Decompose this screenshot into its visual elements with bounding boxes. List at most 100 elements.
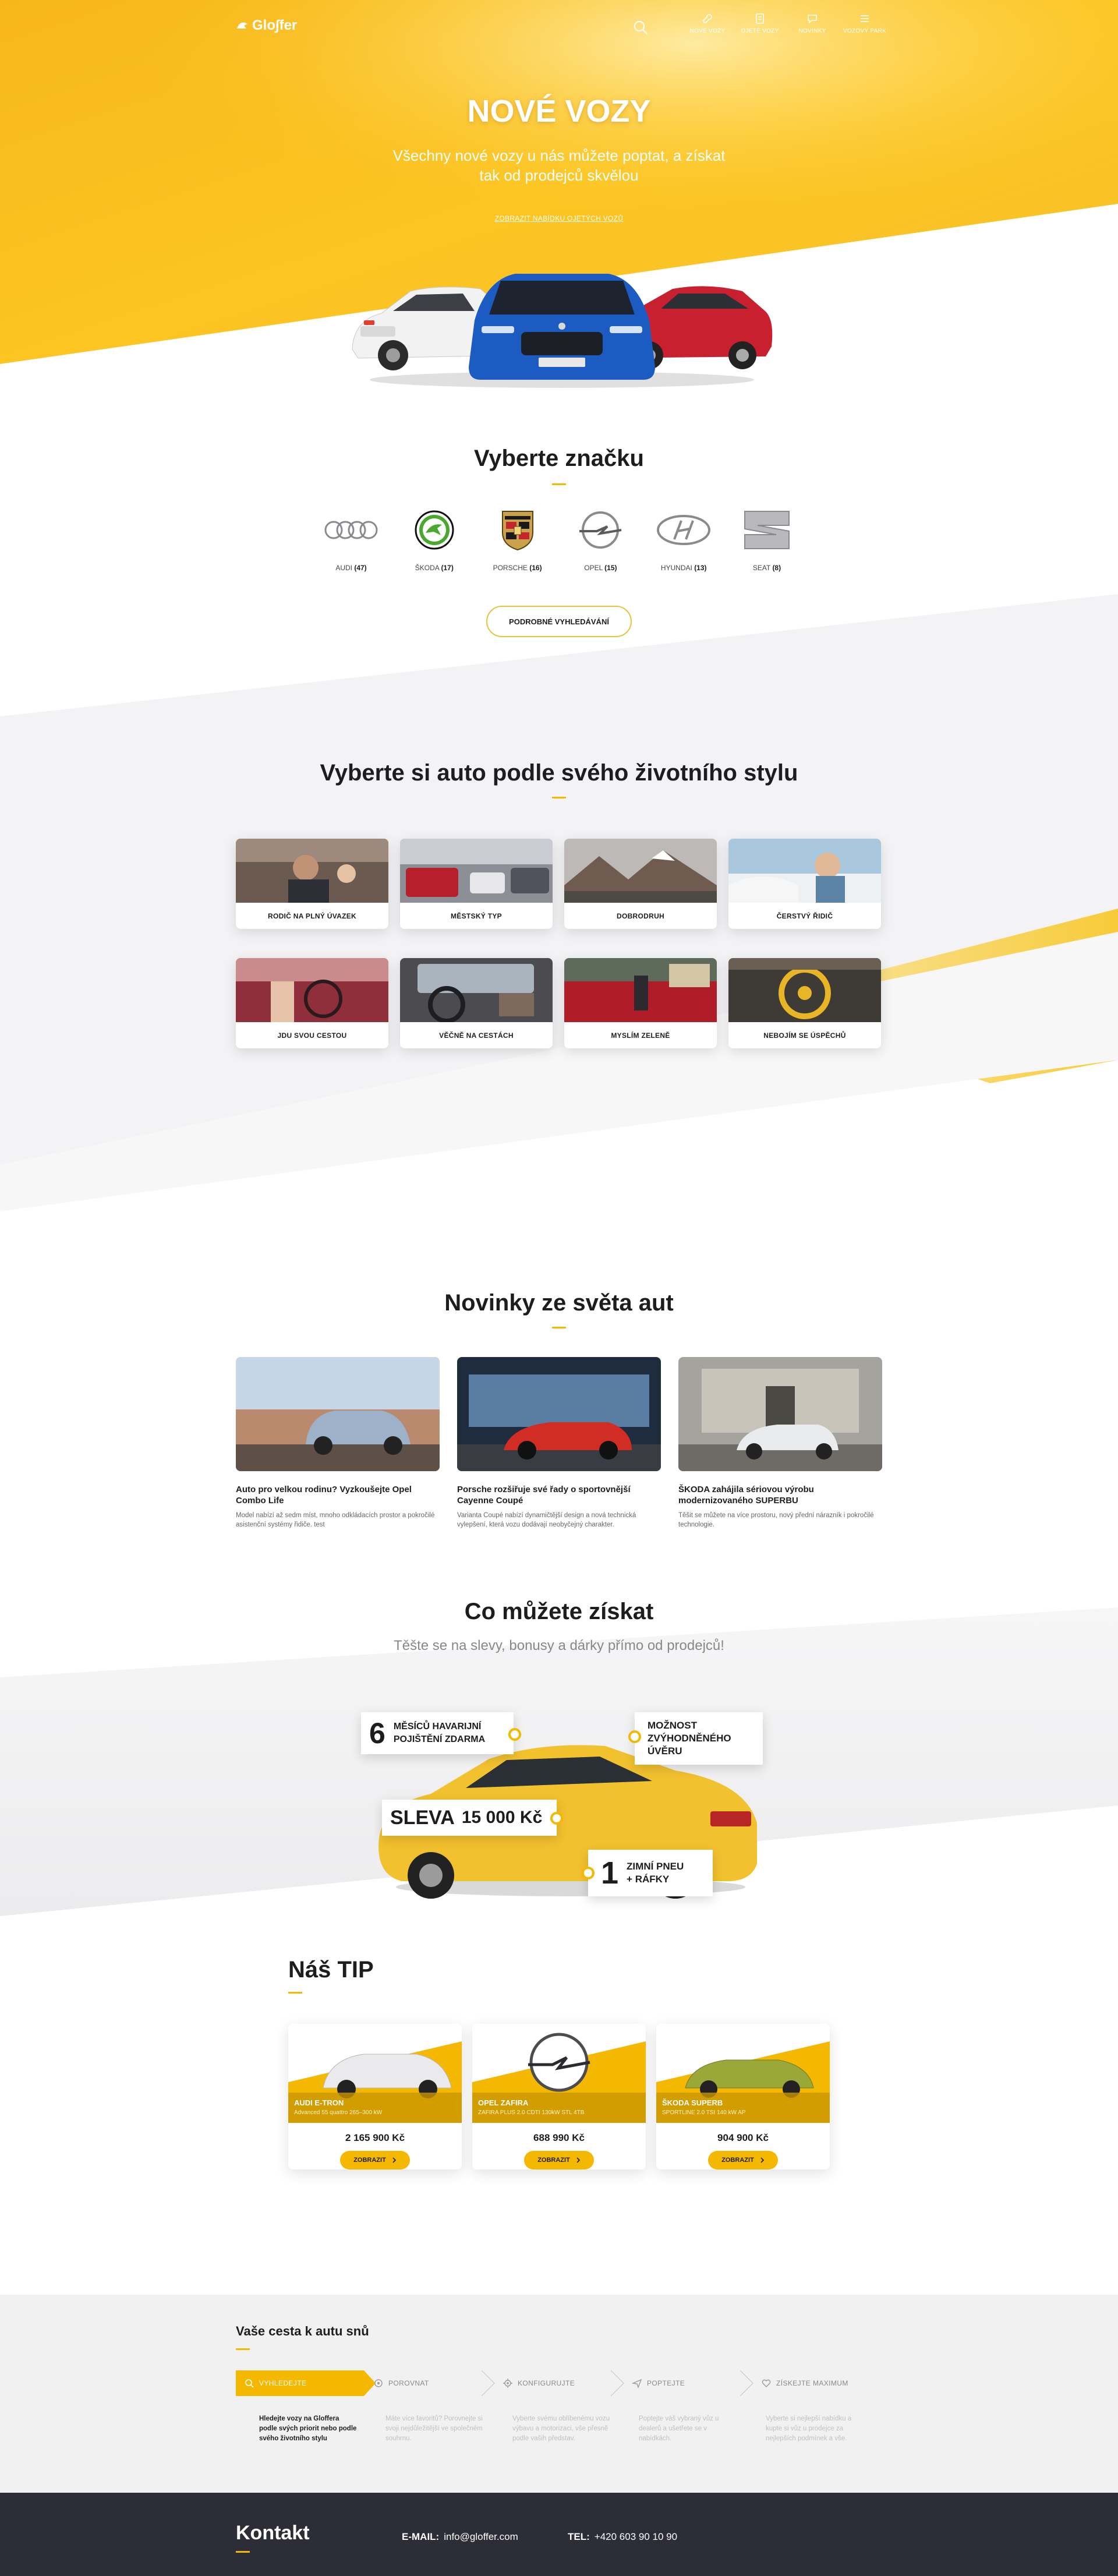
search-icon <box>245 2379 254 2388</box>
footer-email[interactable]: E-MAIL: info@gloffer.com <box>402 2531 518 2543</box>
news-excerpt: Varianta Coupé nabízí dynamičtější desig… <box>457 1512 636 1528</box>
tip-title: Náš TIP <box>288 1957 374 1983</box>
tip-car-spec: ZAFIRA PLUS 2.0 CDTI 130kW STL 4TB <box>478 2109 585 2116</box>
menu-icon <box>861 15 869 22</box>
gain-illustration: 6 MĚSÍCŮ HAVARIJNÍ POJIŠTĚNÍ ZDARMA MOŽNO… <box>349 1701 780 1904</box>
badge-dot-icon <box>508 1728 521 1741</box>
send-icon <box>632 2379 642 2388</box>
logo-mark-icon <box>237 22 247 29</box>
nav-item-news[interactable]: NOVINKY <box>795 13 830 34</box>
search-icon[interactable] <box>632 19 649 36</box>
brand-item-seat[interactable]: SEAT (8) <box>735 507 799 572</box>
lifestyle-label: JDU SVOU CESTOU <box>277 1031 347 1040</box>
step-search[interactable]: VYHLEDEJTE <box>236 2370 376 2396</box>
news-headline: Auto pro velkou rodinu? Vyzkoušejte Opel… <box>236 1485 412 1506</box>
tip-card[interactable]: AUDI E-TRON Advanced 55 quattro 265–300 … <box>288 2024 462 2169</box>
badge-discount-value: 15 000 Kč <box>461 1808 543 1827</box>
step-label: POPTEJTE <box>647 2379 685 2387</box>
badge-dot-icon <box>550 1812 563 1825</box>
step-label: ZÍSKEJTE MAXIMUM <box>776 2379 848 2387</box>
news-card[interactable]: Porsche rozšiřuje své řady o sportovnějš… <box>457 1357 661 1529</box>
badge-discount: SLEVA 15 000 Kč <box>382 1800 557 1836</box>
logo[interactable]: Glo∫fer <box>236 17 297 34</box>
porsche-logo-icon <box>489 507 547 553</box>
step-description: Máte více favoritů? Porovnejte si svoji … <box>385 2415 483 2442</box>
brand-item-hyundai[interactable]: HYUNDAI (13) <box>652 507 716 572</box>
lifestyle-card-adventurer[interactable]: DOBRODRUH <box>564 839 717 929</box>
used-cars-link[interactable]: ZOBRAZIT NABÍDKU OJETÝCH VOZŮ <box>495 214 624 222</box>
lifestyle-title: Vyberte si auto podle svého životního st… <box>320 760 798 786</box>
footer-title: Kontakt <box>236 2522 310 2544</box>
step-configure[interactable]: KONFIGURUJTE <box>494 2370 624 2396</box>
step-maximum[interactable]: ZÍSKEJTE MAXIMUM <box>753 2370 882 2396</box>
lifestyle-image <box>400 839 553 903</box>
badge-text: MĚSÍCŮ HAVARIJNÍ POJIŠTĚNÍ ZDARMA <box>393 1722 486 1744</box>
lifestyle-card-parent[interactable]: RODIČ NA PLNÝ ÚVAZEK <box>236 839 388 929</box>
lifestyle-card-city[interactable]: MĚSTSKÝ TYP <box>400 839 553 929</box>
brand-label: OPEL (15) <box>584 564 617 572</box>
brand-item-skoda[interactable]: ŠKODA (17) <box>402 507 466 572</box>
chevron-right-icon <box>576 2157 580 2163</box>
hyundai-logo-icon <box>654 507 713 553</box>
step-compare[interactable]: POROVNAT <box>365 2370 495 2396</box>
step-label: POROVNAT <box>388 2379 429 2387</box>
nav-item-used-cars[interactable]: OJETÉ VOZY <box>741 13 779 34</box>
news-card[interactable]: Auto pro velkou rodinu? Vyzkoušejte Opel… <box>236 1357 440 1529</box>
news-image <box>236 1357 440 1471</box>
journey-title-underline <box>236 2348 250 2350</box>
badge-dot-icon <box>628 1730 641 1743</box>
lifestyle-card-new-driver[interactable]: ČERSTVÝ ŘIDIČ <box>728 839 881 929</box>
lifestyle-card-traveler[interactable]: VĚČNĚ NA CESTÁCH <box>400 958 553 1048</box>
news-headline: Porsche rozšiřuje své řady o sportovnějš… <box>457 1485 631 1506</box>
lifestyle-card-success[interactable]: NEBOJÍM SE ÚSPĚCHŮ <box>728 958 881 1048</box>
tip-card[interactable]: OPEL ZAFIRA ZAFIRA PLUS 2.0 CDTI 130kW S… <box>472 2024 646 2169</box>
lifestyle-label: NEBOJÍM SE ÚSPĚCHŮ <box>763 1031 846 1040</box>
journey-section: Vaše cesta k autu snů VYHLEDEJTE POROVNA… <box>0 2295 1118 2493</box>
hero-title: NOVÉ VOZY <box>467 94 651 129</box>
main-nav: NOVÉ VOZY OJETÉ VOZY NOVINKY VOZOVÝ PARK <box>632 13 886 36</box>
journey-title: Vaše cesta k autu snů <box>236 2324 369 2338</box>
heart-icon <box>762 2379 771 2387</box>
news-card[interactable]: ŠKODA zahájila sériovou výrobu modernizo… <box>678 1357 882 1529</box>
brand-item-opel[interactable]: OPEL (15) <box>568 507 632 572</box>
gain-title: Co můžete získat <box>464 1599 654 1624</box>
badge-dot-icon <box>582 1867 595 1879</box>
tip-list: AUDI E-TRON Advanced 55 quattro 265–300 … <box>288 2024 830 2169</box>
lifestyle-image <box>400 958 553 1022</box>
show-car-button[interactable]: ZOBRAZIT <box>340 2151 410 2169</box>
lifestyle-card-own-way[interactable]: JDU SVOU CESTOU <box>236 958 388 1048</box>
brands-title-underline <box>552 483 566 485</box>
top-navigation: Glo∫fer NOVÉ VOZY OJETÉ VOZY NOVINKY VOZ… <box>236 13 886 48</box>
news-headline: ŠKODA zahájila sériovou výrobu modernizo… <box>678 1485 814 1506</box>
tip-card[interactable]: ŠKODA SUPERB SPORTLINE 2.0 TSI 140 kW AP… <box>656 2024 830 2169</box>
badge-number: 1 <box>601 1856 619 1891</box>
brand-item-porsche[interactable]: PORSCHE (16) <box>486 507 550 572</box>
hero-link-wrap: ZOBRAZIT NABÍDKU OJETÝCH VOZŮ <box>0 212 1118 223</box>
nav-item-new-cars[interactable]: NOVÉ VOZY <box>689 13 725 34</box>
lifestyle-title-underline <box>552 797 566 798</box>
document-icon <box>756 13 764 24</box>
badge-insurance: 6 MĚSÍCŮ HAVARIJNÍ POJIŠTĚNÍ ZDARMA <box>361 1712 514 1754</box>
step-inquire[interactable]: POPTEJTE <box>624 2370 753 2396</box>
step-arrow-bg <box>481 2370 495 2396</box>
hero-subtitle: Všechny nové vozy u nás můžete poptat, a… <box>392 147 726 184</box>
gain-subtitle: Těšte se na slevy, bonusy a dárky přímo … <box>394 1638 724 1653</box>
nav-item-fleet[interactable]: VOZOVÝ PARK <box>843 13 886 34</box>
compare-icon <box>374 2379 383 2387</box>
brand-item-audi[interactable]: AUDI (47) <box>319 507 383 572</box>
detailed-search-button[interactable]: PODROBNÉ VYHLEDÁVÁNÍ <box>486 606 632 637</box>
lifestyle-card-green[interactable]: MYSLÍM ZELENĚ <box>564 958 717 1048</box>
footer-phone[interactable]: TEL: +420 603 90 10 90 <box>568 2531 677 2543</box>
tip-car-name: ŠKODA SUPERB <box>662 2098 723 2107</box>
show-car-button[interactable]: ZOBRAZIT <box>708 2151 778 2169</box>
step-label: VYHLEDEJTE <box>259 2379 307 2387</box>
show-car-button[interactable]: ZOBRAZIT <box>524 2151 594 2169</box>
chevron-right-icon <box>760 2157 764 2163</box>
lifestyle-label: ČERSTVÝ ŘIDIČ <box>776 911 833 920</box>
lifestyle-image <box>236 958 388 1022</box>
badge-loan: MOŽNOST ZVÝHODNĚNÉHO ÚVĚRU <box>635 1712 763 1765</box>
news-image <box>457 1357 661 1471</box>
news-image <box>678 1357 882 1471</box>
hero-cars-image <box>352 274 773 388</box>
page: Glo∫fer NOVÉ VOZY OJETÉ VOZY NOVINKY VOZ… <box>0 0 1118 2576</box>
